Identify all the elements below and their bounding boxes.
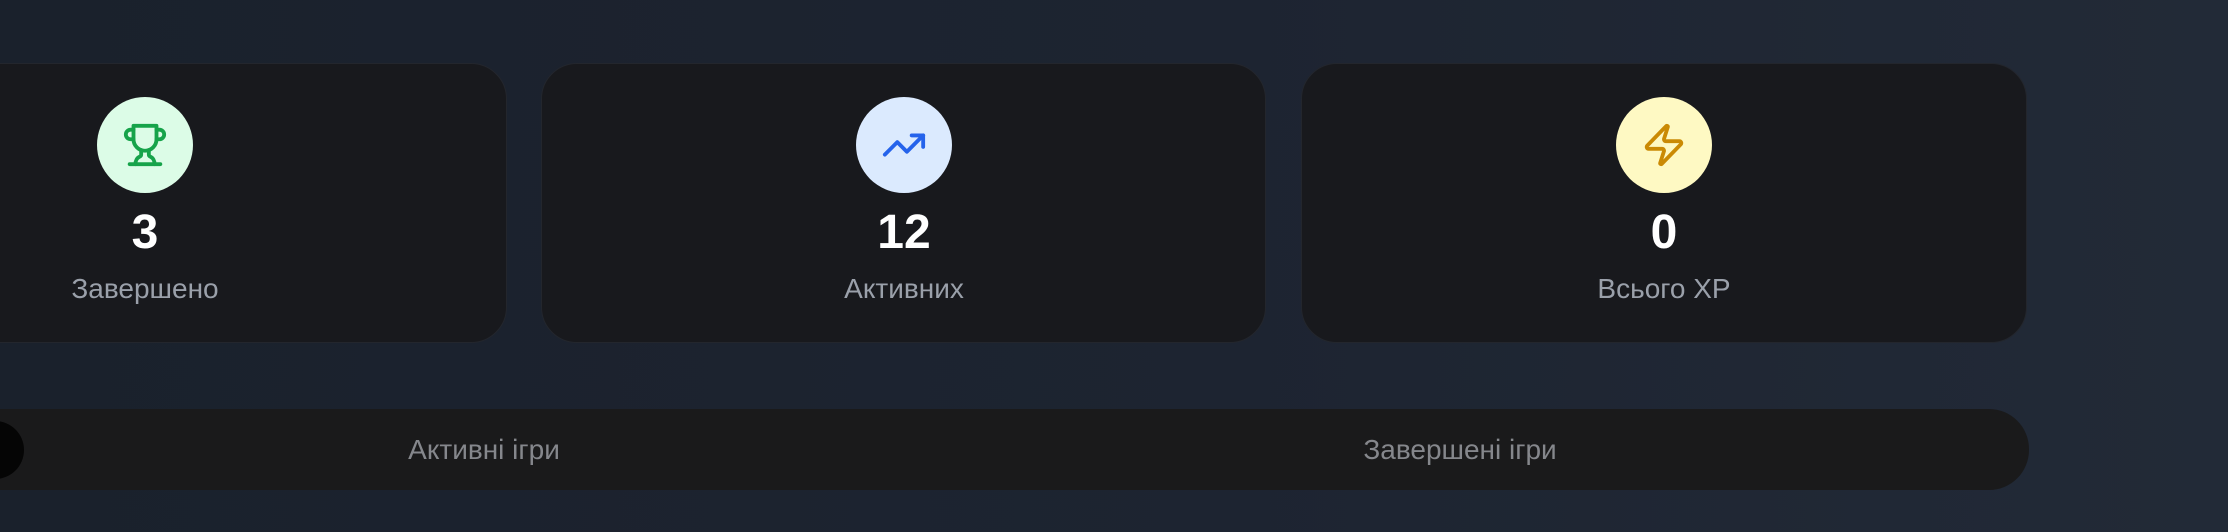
trending-up-icon bbox=[856, 97, 952, 193]
tab-active-games[interactable]: Активні ігри bbox=[284, 409, 684, 490]
stat-card-xp: 0 Всього XP bbox=[1301, 63, 2027, 343]
stat-value-active: 12 bbox=[877, 206, 931, 259]
stat-label-completed: Завершено bbox=[71, 273, 219, 304]
tab-selection-indicator bbox=[0, 421, 24, 479]
game-tabs: Активні ігри Завершені ігри bbox=[0, 409, 2029, 490]
lightning-bolt-icon bbox=[1616, 97, 1712, 193]
stat-card-completed: 3 Завершено bbox=[0, 63, 507, 343]
stat-card-content: 12 Активних bbox=[844, 97, 964, 303]
stat-card-active: 12 Активних bbox=[541, 63, 1266, 343]
stat-label-xp: Всього XP bbox=[1597, 273, 1731, 304]
trophy-icon bbox=[97, 97, 193, 193]
stat-value-completed: 3 bbox=[131, 206, 159, 259]
stat-value-xp: 0 bbox=[1650, 206, 1678, 259]
tab-completed-games[interactable]: Завершені ігри bbox=[1260, 409, 1660, 490]
stat-card-content: 3 Завершено bbox=[71, 97, 219, 303]
stat-card-content: 0 Всього XP bbox=[1597, 97, 1731, 303]
stat-label-active: Активних bbox=[844, 273, 964, 304]
